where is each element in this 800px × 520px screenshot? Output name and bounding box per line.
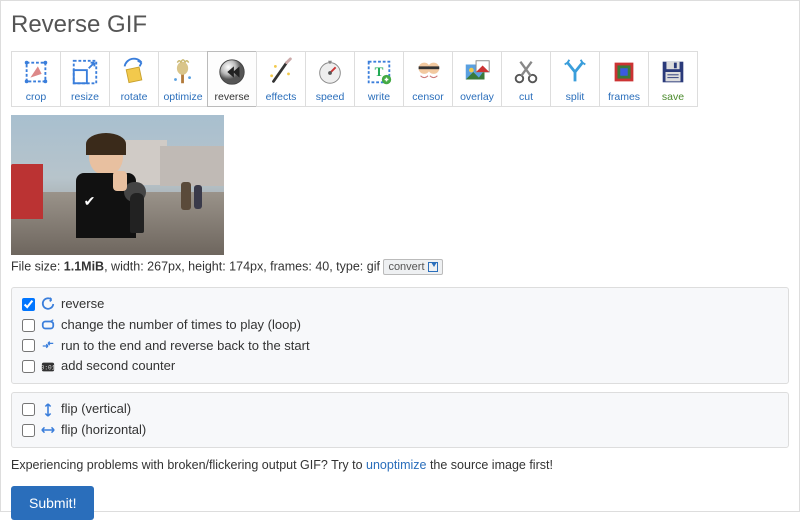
file-size-value: 1.1MiB	[64, 259, 104, 273]
flipv-icon	[41, 403, 55, 417]
gif-preview	[11, 115, 224, 255]
tool-crop[interactable]: crop	[11, 51, 61, 107]
tool-label: effects	[266, 91, 297, 103]
option-label: flip (horizontal)	[61, 420, 146, 441]
tool-label: censor	[412, 91, 444, 103]
tool-label: write	[368, 91, 390, 103]
tool-reverse[interactable]: reverse	[207, 51, 257, 107]
options-panel-flip: flip (vertical)flip (horizontal)	[11, 392, 789, 448]
checkbox-runback[interactable]	[22, 339, 35, 352]
tool-effects[interactable]: effects	[256, 51, 306, 107]
convert-label: convert	[388, 261, 424, 273]
option-label: run to the end and reverse back to the s…	[61, 336, 310, 357]
unoptimize-link[interactable]: unoptimize	[366, 458, 426, 472]
split-icon	[559, 56, 591, 88]
tool-optimize[interactable]: optimize	[158, 51, 208, 107]
submit-button[interactable]: Submit!	[11, 486, 94, 520]
tool-frames[interactable]: frames	[599, 51, 649, 107]
effects-icon	[265, 56, 297, 88]
file-info: File size: 1.1MiB, width: 267px, height:…	[11, 259, 789, 275]
checkbox-counter[interactable]	[22, 360, 35, 373]
option-loop: change the number of times to play (loop…	[22, 315, 778, 336]
cut-icon	[510, 56, 542, 88]
svg-text:T: T	[375, 64, 384, 79]
checkbox-reverse[interactable]	[22, 298, 35, 311]
speed-icon	[314, 56, 346, 88]
option-label: change the number of times to play (loop…	[61, 315, 301, 336]
tool-label: crop	[26, 91, 46, 103]
tool-save[interactable]: save	[648, 51, 698, 107]
toolbar: crop resize rotate optimize reverse effects sp…	[11, 51, 789, 107]
counter-icon: 0:01	[41, 360, 55, 374]
file-size-prefix: File size:	[11, 259, 64, 273]
tool-label: frames	[608, 91, 640, 103]
censor-icon	[412, 56, 444, 88]
option-fliph: flip (horizontal)	[22, 420, 778, 441]
checkbox-flipv[interactable]	[22, 403, 35, 416]
tool-label: overlay	[460, 91, 494, 103]
tool-label: save	[662, 91, 684, 103]
rotate-icon	[118, 56, 150, 88]
reverse-icon	[41, 297, 55, 311]
option-runback: run to the end and reverse back to the s…	[22, 336, 778, 357]
file-dims: , width: 267px, height: 174px, frames: 4…	[104, 259, 380, 273]
save-icon	[657, 56, 689, 88]
download-icon	[428, 262, 438, 272]
runback-icon	[41, 339, 55, 353]
convert-button[interactable]: convert	[383, 259, 442, 275]
tool-label: cut	[519, 91, 533, 103]
tool-cut[interactable]: cut	[501, 51, 551, 107]
frames-icon	[608, 56, 640, 88]
checkbox-loop[interactable]	[22, 319, 35, 332]
checkbox-fliph[interactable]	[22, 424, 35, 437]
overlay-icon	[461, 56, 493, 88]
resize-icon	[69, 56, 101, 88]
option-counter: 0:01 add second counter	[22, 356, 778, 377]
page-title: Reverse GIF	[11, 11, 789, 39]
tool-write[interactable]: Twrite	[354, 51, 404, 107]
tool-label: optimize	[163, 91, 202, 103]
optimize-icon	[167, 56, 199, 88]
options-panel-reverse: reversechange the number of times to pla…	[11, 287, 789, 384]
option-reverse: reverse	[22, 294, 778, 315]
tool-overlay[interactable]: overlay	[452, 51, 502, 107]
tool-rotate[interactable]: rotate	[109, 51, 159, 107]
option-label: flip (vertical)	[61, 399, 131, 420]
write-icon: T	[363, 56, 395, 88]
tool-split[interactable]: split	[550, 51, 600, 107]
option-flipv: flip (vertical)	[22, 399, 778, 420]
tool-label: rotate	[121, 91, 148, 103]
help-text: Experiencing problems with broken/flicke…	[11, 458, 789, 472]
tool-censor[interactable]: censor	[403, 51, 453, 107]
tool-label: speed	[316, 91, 345, 103]
loop-icon	[41, 318, 55, 332]
tool-label: reverse	[214, 91, 249, 103]
crop-icon	[20, 56, 52, 88]
option-label: add second counter	[61, 356, 175, 377]
tool-resize[interactable]: resize	[60, 51, 110, 107]
tool-label: resize	[71, 91, 99, 103]
reverse-icon	[216, 56, 248, 88]
tool-label: split	[566, 91, 585, 103]
tool-speed[interactable]: speed	[305, 51, 355, 107]
fliph-icon	[41, 423, 55, 437]
option-label: reverse	[61, 294, 104, 315]
svg-text:0:01: 0:01	[41, 364, 55, 371]
